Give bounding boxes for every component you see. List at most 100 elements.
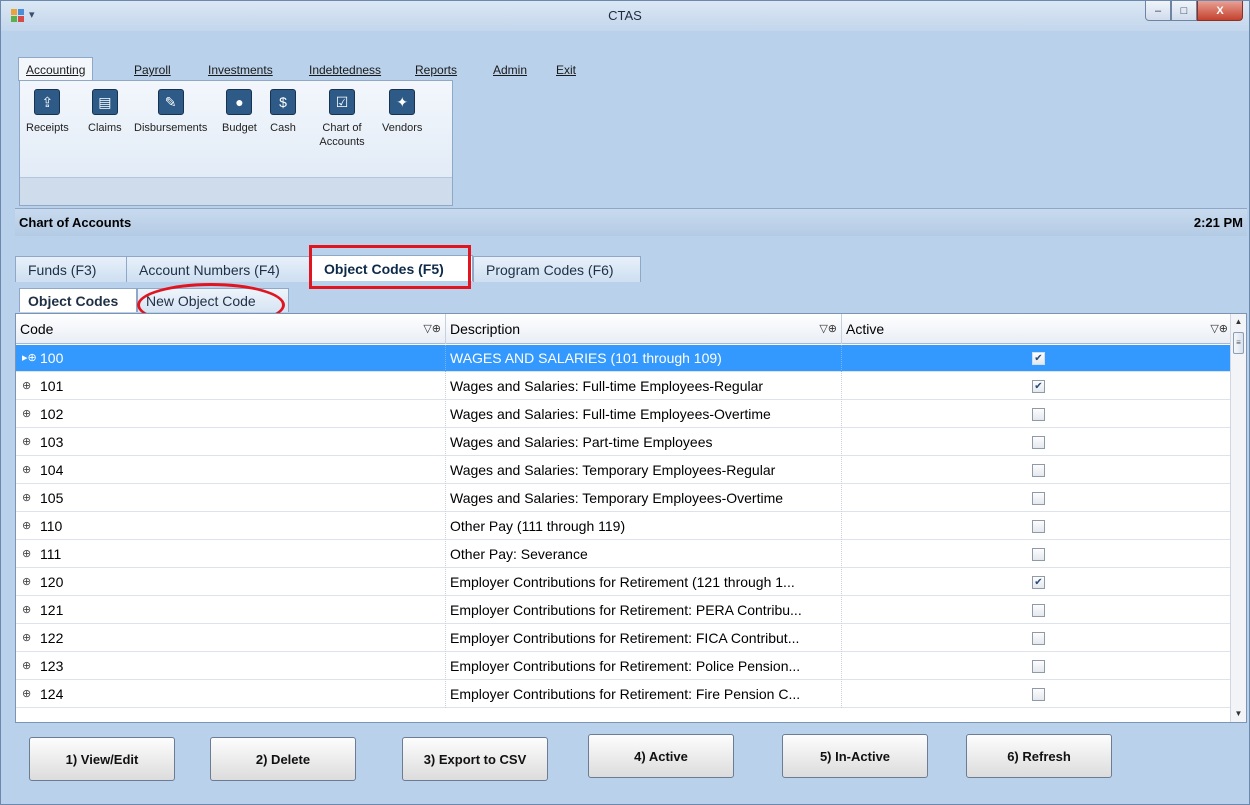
cell-active[interactable]	[842, 457, 1232, 484]
scroll-up-icon[interactable]: ▲	[1231, 314, 1246, 330]
cell-description[interactable]: Employer Contributions for Retirement (1…	[446, 569, 842, 596]
ribbon-tab-indebtedness[interactable]: Indebtedness	[309, 57, 381, 81]
cell-active[interactable]	[842, 513, 1232, 540]
pin-icon[interactable]: ⊕	[22, 687, 31, 700]
cell-description[interactable]: Employer Contributions for Retirement: P…	[446, 597, 842, 624]
cell-code[interactable]: ⊕ 120	[16, 569, 446, 596]
ribbon-tab-admin[interactable]: Admin	[493, 57, 527, 81]
cell-code[interactable]: ⊕ 104	[16, 457, 446, 484]
tab-funds[interactable]: Funds (F3)	[15, 256, 127, 282]
tab-program-codes[interactable]: Program Codes (F6)	[473, 256, 641, 282]
cell-active[interactable]	[842, 625, 1232, 652]
filter-pin-icon[interactable]: ▽⊕	[1210, 322, 1228, 335]
vertical-scrollbar[interactable]: ▲ ≡ ▼	[1230, 314, 1246, 722]
in-active-button[interactable]: 5) In-Active	[782, 734, 928, 778]
receipts-button[interactable]: ⇪ Receipts	[26, 89, 69, 135]
active-checkbox[interactable]	[1032, 436, 1045, 449]
cell-description[interactable]: Wages and Salaries: Full-time Employees-…	[446, 373, 842, 400]
cell-code[interactable]: ⊕ 111	[16, 541, 446, 568]
cell-active[interactable]: ✔	[842, 373, 1232, 400]
pin-icon[interactable]: ⊕	[22, 519, 31, 532]
pin-icon[interactable]: ⊕	[22, 463, 31, 476]
pin-icon[interactable]: ⊕	[22, 379, 31, 392]
cell-description[interactable]: Wages and Salaries: Temporary Employees-…	[446, 457, 842, 484]
disbursements-button[interactable]: ✎ Disbursements	[134, 89, 207, 135]
subtab-object-codes[interactable]: Object Codes	[19, 288, 137, 312]
scroll-down-icon[interactable]: ▼	[1231, 706, 1246, 722]
cell-active[interactable]	[842, 429, 1232, 456]
pin-icon[interactable]: ⊕	[22, 603, 31, 616]
minimize-button[interactable]: –	[1145, 1, 1171, 21]
cell-code[interactable]: ▸⊕ 100	[16, 345, 446, 372]
budget-button[interactable]: ● Budget	[222, 89, 257, 135]
table-row[interactable]: ⊕ 101 Wages and Salaries: Full-time Employ…	[16, 373, 1232, 400]
table-row[interactable]: ⊕ 120 Employer Contributions for Retiremen…	[16, 569, 1232, 596]
ribbon-tab-accounting[interactable]: Accounting	[18, 57, 94, 81]
cell-description[interactable]: Employer Contributions for Retirement: P…	[446, 653, 842, 680]
active-checkbox[interactable]	[1032, 632, 1045, 645]
cell-active[interactable]: ✔	[842, 569, 1232, 596]
ribbon-tab-investments[interactable]: Investments	[208, 57, 273, 81]
cell-description[interactable]: Employer Contributions for Retirement: F…	[446, 681, 842, 708]
vendors-button[interactable]: ✦ Vendors	[382, 89, 422, 135]
active-checkbox[interactable]: ✔	[1032, 352, 1045, 365]
table-row[interactable]: ⊕ 111 Other Pay: Severance	[16, 541, 1232, 568]
pin-icon[interactable]: ⊕	[22, 631, 31, 644]
current-row-icon[interactable]: ▸⊕	[22, 351, 37, 364]
pin-icon[interactable]: ⊕	[22, 575, 31, 588]
chart-of-accounts-button[interactable]: ☑ Chart of Accounts	[314, 89, 370, 149]
cell-active[interactable]	[842, 541, 1232, 568]
table-row[interactable]: ⊕ 105 Wages and Salaries: Temporary Employ…	[16, 485, 1232, 512]
pin-icon[interactable]: ⊕	[22, 659, 31, 672]
cell-code[interactable]: ⊕ 103	[16, 429, 446, 456]
cell-code[interactable]: ⊕ 110	[16, 513, 446, 540]
cell-description[interactable]: Wages and Salaries: Part-time Employees	[446, 429, 842, 456]
table-row[interactable]: ⊕ 104 Wages and Salaries: Temporary Employ…	[16, 457, 1232, 484]
ribbon-tab-payroll[interactable]: Payroll	[134, 57, 171, 81]
column-header-active[interactable]: Active ▽⊕	[842, 314, 1232, 344]
active-checkbox[interactable]	[1032, 408, 1045, 421]
pin-icon[interactable]: ⊕	[22, 435, 31, 448]
cell-description[interactable]: Employer Contributions for Retirement: F…	[446, 625, 842, 652]
column-header-code[interactable]: Code ▽⊕	[16, 314, 446, 344]
table-row[interactable]: ⊕ 124 Employer Contributions for Retiremen…	[16, 681, 1232, 708]
cell-description[interactable]: WAGES AND SALARIES (101 through 109)	[446, 345, 842, 372]
cell-description[interactable]: Wages and Salaries: Full-time Employees-…	[446, 401, 842, 428]
cell-code[interactable]: ⊕ 123	[16, 653, 446, 680]
maximize-button[interactable]: □	[1171, 1, 1197, 21]
table-row[interactable]: ⊕ 102 Wages and Salaries: Full-time Employ…	[16, 401, 1232, 428]
cell-code[interactable]: ⊕ 122	[16, 625, 446, 652]
claims-button[interactable]: ▤ Claims	[88, 89, 122, 135]
table-row[interactable]: ⊕ 110 Other Pay (111 through 119)	[16, 513, 1232, 540]
pin-icon[interactable]: ⊕	[22, 491, 31, 504]
pin-icon[interactable]: ⊕	[22, 547, 31, 560]
cell-active[interactable]	[842, 401, 1232, 428]
cell-active[interactable]	[842, 681, 1232, 708]
active-checkbox[interactable]: ✔	[1032, 380, 1045, 393]
filter-pin-icon[interactable]: ▽⊕	[423, 322, 441, 335]
active-checkbox[interactable]	[1032, 464, 1045, 477]
cell-code[interactable]: ⊕ 124	[16, 681, 446, 708]
close-button[interactable]: X	[1197, 1, 1243, 21]
pin-icon[interactable]: ⊕	[22, 407, 31, 420]
tab-account-numbers[interactable]: Account Numbers (F4)	[126, 256, 310, 282]
active-checkbox[interactable]	[1032, 492, 1045, 505]
table-row[interactable]: ⊕ 121 Employer Contributions for Retiremen…	[16, 597, 1232, 624]
filter-pin-icon[interactable]: ▽⊕	[819, 322, 837, 335]
active-checkbox[interactable]	[1032, 520, 1045, 533]
active-button[interactable]: 4) Active	[588, 734, 734, 778]
cell-active[interactable]	[842, 485, 1232, 512]
cell-description[interactable]: Wages and Salaries: Temporary Employees-…	[446, 485, 842, 512]
cell-code[interactable]: ⊕ 105	[16, 485, 446, 512]
cell-code[interactable]: ⊕ 101	[16, 373, 446, 400]
active-checkbox[interactable]	[1032, 604, 1045, 617]
ribbon-tab-reports[interactable]: Reports	[415, 57, 457, 81]
active-checkbox[interactable]: ✔	[1032, 576, 1045, 589]
active-checkbox[interactable]	[1032, 660, 1045, 673]
cell-code[interactable]: ⊕ 121	[16, 597, 446, 624]
table-row[interactable]: ⊕ 123 Employer Contributions for Retiremen…	[16, 653, 1232, 680]
cell-active[interactable]	[842, 597, 1232, 624]
ribbon-tab-exit[interactable]: Exit	[556, 57, 576, 81]
active-checkbox[interactable]	[1032, 688, 1045, 701]
table-row[interactable]: ▸⊕ 100 WAGES AND SALARIES (101 through 109…	[16, 345, 1232, 372]
